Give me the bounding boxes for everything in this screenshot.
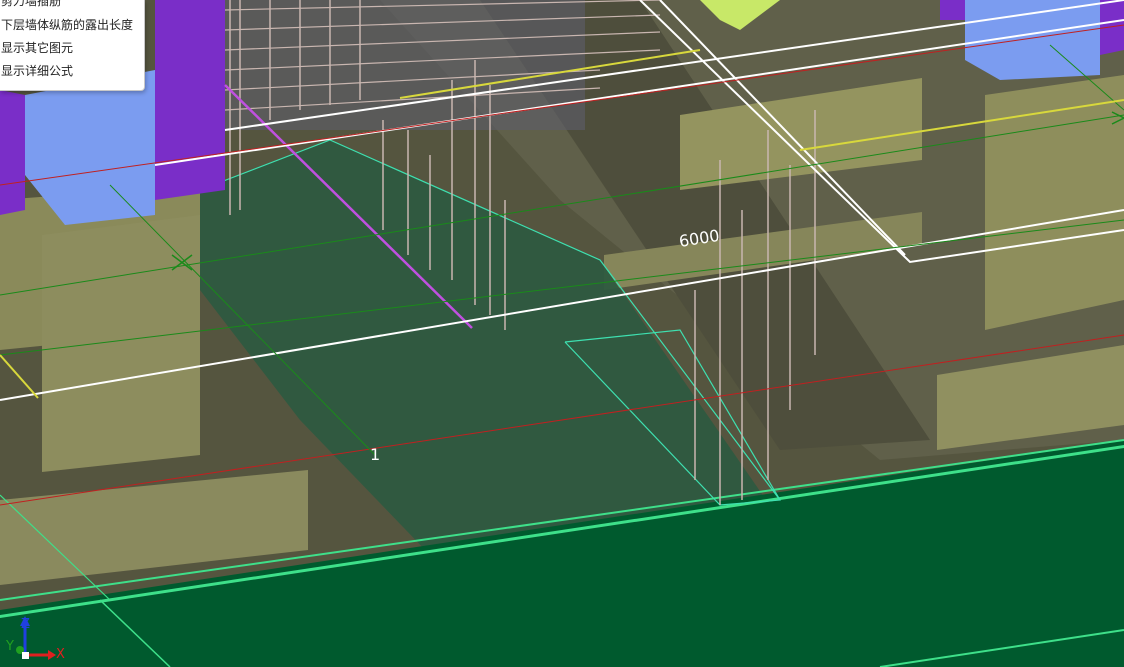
menu-item-wall-dowel[interactable]: 剪力墙插筋 (0, 0, 144, 12)
context-menu: 剪力墙插筋 下层墙体纵筋的露出长度 显示其它图元 显示详细公式 (0, 0, 145, 91)
3d-viewport[interactable]: 6000 1 Z X Y 剪力墙插筋 下层墙体纵筋的露出长度 显示其它图元 显示… (0, 0, 1124, 667)
wall-panel-left (42, 215, 200, 472)
column-purple-right-edge (940, 0, 965, 20)
origin-cube (22, 652, 29, 659)
x-axis-label: X (56, 647, 65, 662)
z-axis-label: Z (21, 617, 30, 632)
menu-item-show-detailed-formula[interactable]: 显示详细公式 (0, 60, 144, 82)
wall-panel-right (985, 75, 1124, 330)
y-axis-label: Y (5, 639, 14, 654)
menu-item-show-other-elements[interactable]: 显示其它图元 (0, 37, 144, 59)
menu-item-lower-rebar-length[interactable]: 下层墙体纵筋的露出长度 (0, 14, 144, 36)
column-purple-left-face (0, 90, 25, 215)
column-purple-left (155, 0, 225, 200)
model-scene[interactable]: 6000 1 Z X Y (0, 0, 1124, 667)
axis-number-label: 1 (370, 445, 380, 464)
